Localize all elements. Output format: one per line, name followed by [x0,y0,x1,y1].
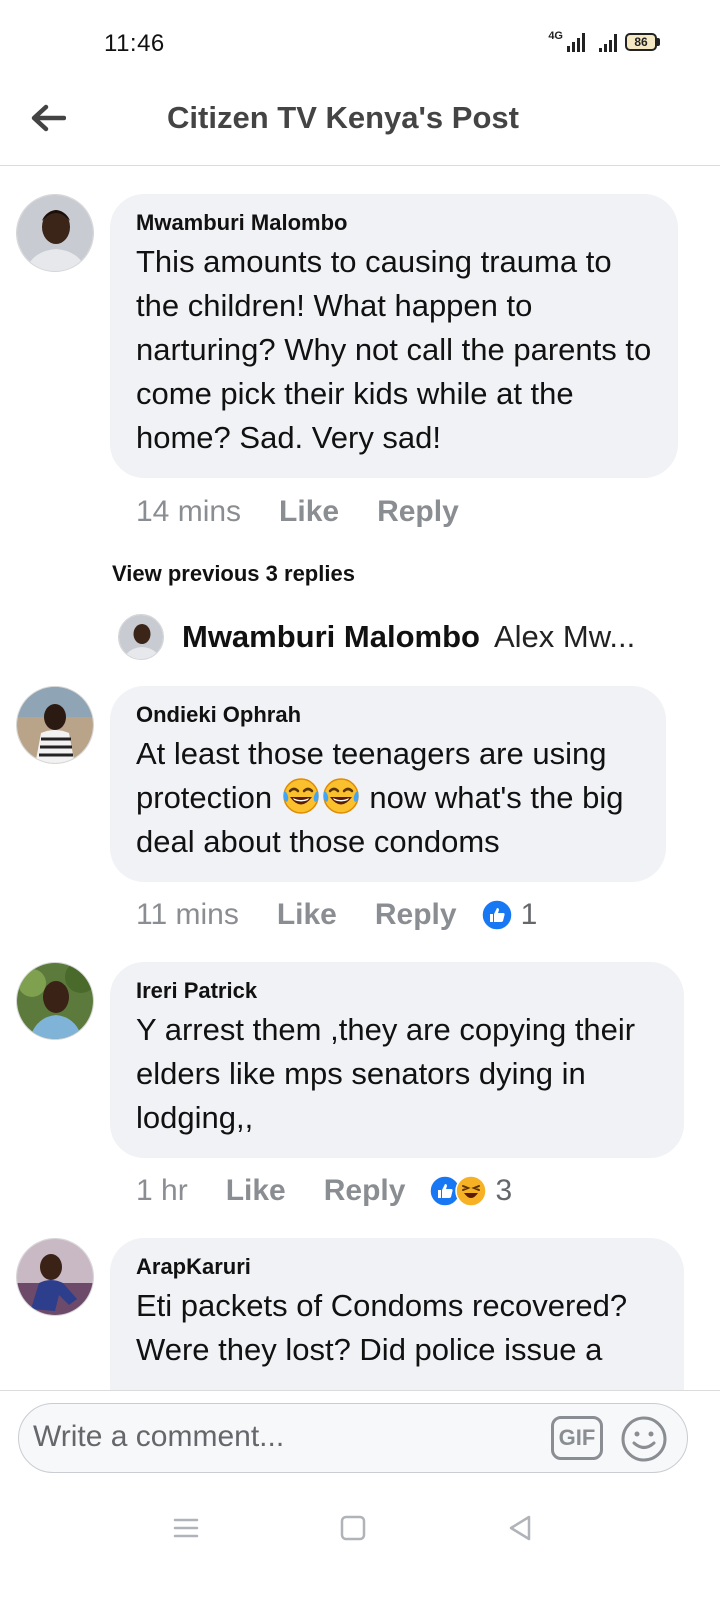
comment-author[interactable]: ArapKaruri [136,1254,658,1280]
haha-reaction-icon [455,1175,488,1207]
avatar[interactable] [16,962,94,1040]
comment-time: 11 mins [136,898,239,931]
reply-button[interactable]: Reply [324,1174,406,1208]
comment-input[interactable] [33,1420,533,1454]
reaction-count: 1 [520,898,538,931]
laughing-tears-emoji [323,778,359,814]
network-type: 4G [548,30,563,42]
comment-text: Y arrest them ,they are copying their el… [136,1012,636,1135]
post-header: Citizen TV Kenya's Post [0,90,720,166]
comment-bubble[interactable]: Ireri Patrick Y arrest them ,they are co… [110,962,684,1158]
comment-time: 14 mins [136,495,242,528]
like-button[interactable]: Like [226,1174,286,1208]
home-button[interactable] [333,1508,373,1548]
comment-author[interactable]: Ireri Patrick [136,978,658,1004]
emoji-button[interactable] [619,1414,669,1464]
comment-text: Eti packets of Condoms recovered? Were t… [136,1288,628,1367]
reply-preview[interactable]: Mwamburi Malombo Alex Mw... [118,614,635,660]
like-reaction-icon [480,899,513,931]
comment-actions: 1 hr Like Reply 3 [136,1174,512,1208]
reaction-count: 3 [495,1174,513,1207]
smiley-icon [621,1416,667,1462]
avatar [118,614,164,660]
signal-icon [599,32,617,52]
home-square-icon [340,1515,366,1541]
status-icons: 4G 86 [548,30,660,52]
reply-button[interactable]: Reply [375,898,457,932]
status-bar: 11:46 4G 86 [0,0,720,90]
back-triangle-icon [509,1515,531,1541]
comment-author[interactable]: Mwamburi Malombo [136,210,652,236]
comment-text: This amounts to causing trauma to the ch… [136,244,652,455]
like-button[interactable]: Like [279,495,339,529]
like-button[interactable]: Like [277,898,337,932]
comment-composer[interactable]: GIF [18,1403,688,1473]
reply-author: Mwamburi Malombo [182,619,480,654]
comment-actions: 11 mins Like Reply 1 [136,898,537,932]
reactions[interactable]: 1 [480,898,538,932]
avatar[interactable] [16,1238,94,1316]
reactions[interactable]: 3 [429,1174,512,1208]
view-previous-replies[interactable]: View previous 3 replies [112,561,355,587]
menu-button[interactable] [166,1508,206,1548]
comment-composer-bar: GIF [0,1390,720,1486]
battery-level: 86 [625,33,657,51]
signal-icon [567,32,585,52]
menu-icon [173,1518,199,1538]
comment-author[interactable]: Ondieki Ophrah [136,702,640,728]
status-time: 11:46 [104,30,165,57]
system-navigation-bar [0,1486,720,1600]
avatar[interactable] [16,686,94,764]
battery-icon: 86 [625,33,660,51]
comment-time: 1 hr [136,1174,188,1207]
reply-snippet: Alex Mw... [493,619,636,654]
laughing-tears-emoji [283,778,319,814]
comment-actions: 14 mins Like Reply [136,495,497,529]
comment-text: At least those teenagers are using prote… [136,732,640,864]
gif-button[interactable]: GIF [551,1416,603,1460]
comment-bubble[interactable]: Ondieki Ophrah At least those teenagers … [110,686,666,882]
comment-bubble[interactable]: Mwamburi Malombo This amounts to causing… [110,194,678,478]
avatar[interactable] [16,194,94,272]
page-title: Citizen TV Kenya's Post [167,100,519,135]
reply-button[interactable]: Reply [377,495,459,529]
system-back-button[interactable] [500,1508,540,1548]
